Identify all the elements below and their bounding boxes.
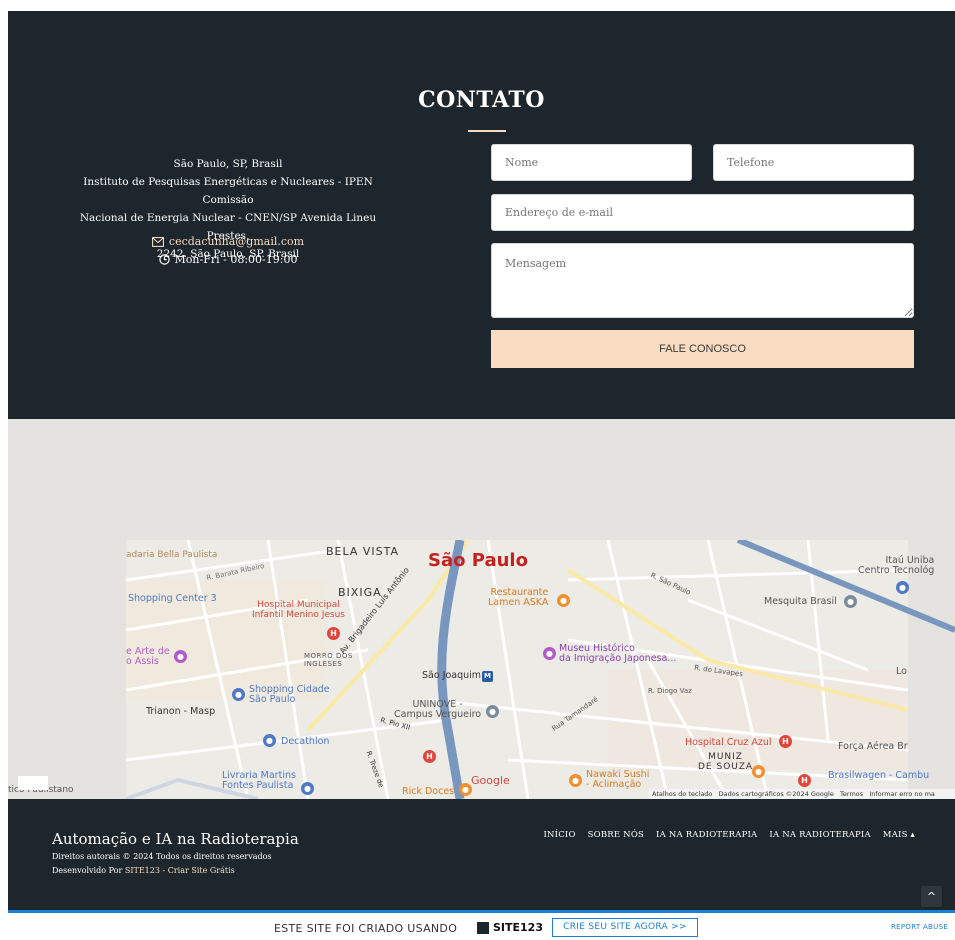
envelope-icon bbox=[151, 237, 164, 250]
create-site-button[interactable]: CRIE SEU SITE AGORA >> bbox=[552, 918, 698, 937]
address-line: São Paulo, SP, Brasil bbox=[173, 158, 283, 170]
clock-icon bbox=[158, 254, 170, 268]
map-label-sao-joaquim: São Joaquim bbox=[422, 670, 482, 681]
footer-nav: INÍCIO SOBRE NÓS IA NA RADIOTERAPIA IA N… bbox=[543, 830, 915, 840]
map-label-bixiga: BIXIGA bbox=[338, 586, 382, 599]
decathlon-pin-icon[interactable]: ● bbox=[263, 734, 276, 747]
email-input[interactable] bbox=[491, 194, 914, 231]
nawaki-pin-icon[interactable]: ● bbox=[569, 774, 582, 787]
map-roads bbox=[8, 540, 955, 799]
bookstore-pin-icon[interactable]: ● bbox=[301, 782, 314, 795]
copyright-text: Direitos autorais © 2024 Todos os direit… bbox=[52, 852, 272, 861]
map-label-bela-vista: BELA VISTA bbox=[326, 545, 400, 558]
map-label-museu: Museu Histórico da Imigração Japonesa... bbox=[559, 643, 677, 664]
nav-item-ia-radioterapia-2[interactable]: IA NA RADIOTERAPIA bbox=[769, 830, 870, 840]
contact-title: CONTATO bbox=[418, 87, 545, 113]
hospital-pin-icon[interactable]: H bbox=[327, 627, 340, 640]
restaurant-pin-icon[interactable]: ● bbox=[557, 594, 570, 607]
nav-item-sobre-nos[interactable]: SOBRE NÓS bbox=[588, 830, 644, 840]
scroll-to-top-button[interactable]: ^ bbox=[921, 886, 942, 907]
map-label-lo: Lo bbox=[896, 666, 907, 677]
hours-text: Mon-Fri - 08:00-19:00 bbox=[174, 253, 298, 266]
message-textarea[interactable] bbox=[491, 243, 914, 318]
submit-button[interactable]: FALE CONOSCO bbox=[491, 330, 914, 368]
map-label-uninove: UNINOVE - Campus Vergueiro bbox=[394, 699, 482, 720]
map-label-livraria-bella: adaria Bella Paulista bbox=[126, 550, 218, 560]
map-label-brasilwagen: Brasilwagen - Cambu bbox=[828, 770, 930, 781]
promo-bar: ESTE SITE FOI CRIADO USANDO SITE123 CRIE… bbox=[8, 910, 955, 940]
map-label-livraria-martins: Livraria Martins Fontes Paulista bbox=[222, 770, 296, 791]
map-label-shopping-center-3: Shopping Center 3 bbox=[128, 593, 217, 604]
map-label-forca: Força Aérea Br bbox=[838, 741, 908, 752]
google-map[interactable]: São Paulo BELA VISTA BIXIGA adaria Bella… bbox=[8, 540, 955, 799]
map-label-hospital-cruz: Hospital Cruz Azul bbox=[685, 737, 772, 748]
map-label-trianon: Trianon - Masp bbox=[146, 706, 216, 717]
map-label-muniz: MUNIZ DE SOUZA bbox=[698, 752, 754, 772]
dev-prefix: Desenvolvido Por bbox=[52, 866, 125, 875]
arte-pin-icon[interactable]: ● bbox=[174, 650, 187, 663]
title-divider bbox=[468, 130, 506, 132]
developer-credit: Desenvolvido Por SITE123 - Criar Site Gr… bbox=[52, 866, 235, 875]
hours-row: Mon-Fri - 08:00-19:00 bbox=[58, 253, 398, 268]
map-label-mesquita: Mesquita Brasil bbox=[764, 596, 837, 607]
footer-site-name[interactable]: Automação e IA na Radioterapia bbox=[52, 830, 299, 848]
map-label-itau: Itaú Uniba Centro Tecnológ bbox=[858, 555, 935, 576]
keyboard-shortcuts-link[interactable]: Atalhos do teclado bbox=[652, 790, 712, 798]
museum-pin-icon[interactable]: ● bbox=[543, 647, 556, 660]
map-data-text: Dados cartográficos ©2024 Google bbox=[718, 790, 834, 798]
metro-pin-icon[interactable]: M bbox=[482, 671, 493, 682]
site123-link[interactable]: SITE123 - Criar Site Grátis bbox=[125, 866, 235, 875]
email-row[interactable]: cecdacunha@gmail.com bbox=[58, 235, 398, 250]
map-label-r-diogo: R. Diogo Vaz bbox=[648, 687, 692, 695]
map-label-arte: e Arte de o Assis bbox=[126, 646, 170, 667]
map-section: São Paulo BELA VISTA BIXIGA adaria Bella… bbox=[8, 419, 955, 799]
report-map-error-link[interactable]: Informar erro no ma bbox=[869, 790, 935, 798]
hospital-pin-2-icon[interactable]: H bbox=[423, 750, 436, 763]
map-label-restaurante: Restaurante Lamen ASKA bbox=[488, 587, 549, 608]
itau-pin-icon[interactable]: ● bbox=[896, 581, 909, 594]
hospital-cruz-pin-icon[interactable]: H bbox=[779, 735, 792, 748]
restaurant-pin-2-icon[interactable]: ● bbox=[752, 765, 765, 778]
hospital-pin-3-icon[interactable]: H bbox=[798, 774, 811, 787]
map-label-nawaki: Nawaki Sushi - Aclimação bbox=[586, 769, 650, 790]
map-control-box[interactable] bbox=[18, 776, 48, 790]
map-label-city: São Paulo bbox=[428, 550, 528, 571]
university-pin-icon[interactable]: ● bbox=[486, 705, 499, 718]
address-line: Instituto de Pesquisas Energéticas e Nuc… bbox=[83, 176, 373, 206]
map-label-google: Google bbox=[471, 774, 510, 787]
name-input[interactable] bbox=[491, 144, 692, 181]
promo-text: ESTE SITE FOI CRIADO USANDO bbox=[274, 922, 458, 935]
site123-logo-icon bbox=[477, 921, 489, 934]
mosque-pin-icon[interactable]: ● bbox=[844, 595, 857, 608]
map-label-decathlon: Decathlon bbox=[281, 736, 330, 747]
phone-input[interactable] bbox=[713, 144, 914, 181]
terms-link[interactable]: Termos bbox=[840, 790, 863, 798]
nav-item-inicio[interactable]: INÍCIO bbox=[543, 830, 575, 840]
site123-logo[interactable]: SITE123 bbox=[477, 921, 543, 934]
map-label-shopping-cidade: Shopping Cidade São Paulo bbox=[249, 684, 330, 705]
nav-item-mais[interactable]: MAIS ▴ bbox=[883, 830, 915, 840]
email-link[interactable]: cecdacunha@gmail.com bbox=[169, 235, 304, 248]
report-abuse-link[interactable]: REPORT ABUSE bbox=[891, 923, 948, 931]
nav-item-ia-radioterapia-1[interactable]: IA NA RADIOTERAPIA bbox=[656, 830, 757, 840]
map-attribution: Atalhos do teclado Dados cartográficos ©… bbox=[648, 789, 955, 799]
footer: Automação e IA na Radioterapia Direitos … bbox=[8, 799, 955, 910]
shopping-pin-icon[interactable]: ● bbox=[232, 688, 245, 701]
map-label-rick: Rick Doces bbox=[402, 786, 455, 797]
map-label-hospital-municipal: Hospital Municipal Infantil Menino Jesus bbox=[252, 600, 345, 620]
